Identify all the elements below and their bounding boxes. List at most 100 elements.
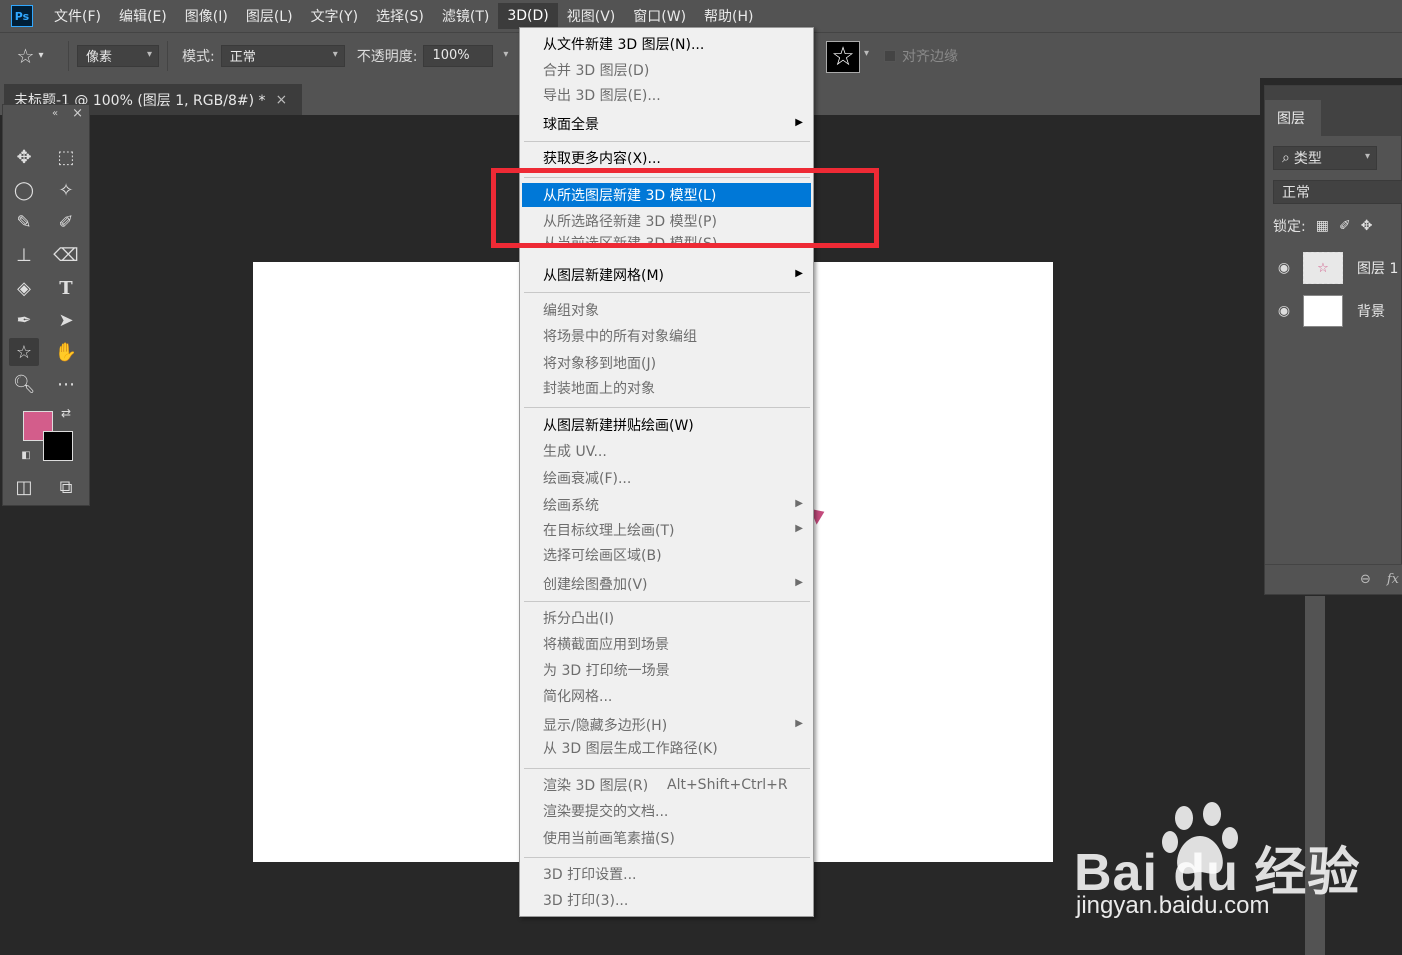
menu-item-sketch-with-current-brush[interactable]: 使用当前画笔素描(S) <box>522 826 811 850</box>
blend-mode-select[interactable]: 正常 ▾ <box>220 44 345 67</box>
menu-item-label: 为 3D 打印统一场景 <box>543 663 670 679</box>
menu-item-pack-objects-on-ground[interactable]: 封装地面上的对象 <box>522 376 811 400</box>
move-tool-icon[interactable]: ✥ <box>9 143 39 171</box>
hand-tool-icon[interactable]: ✋ <box>51 338 81 366</box>
menu-item-group-all-objects-in-scene[interactable]: 将场景中的所有对象编组 <box>522 324 811 348</box>
menu-item-get-more-content[interactable]: 获取更多内容(X)... <box>522 146 811 170</box>
menu-item-unify-scene-for-3d-printing[interactable]: 为 3D 打印统一场景 <box>522 658 811 682</box>
tool-mode-select[interactable]: 像素 ▾ <box>77 44 159 67</box>
menu-3d[interactable]: 3D(D) <box>498 3 558 29</box>
menu-item-show-hide-polygons[interactable]: 显示/隐藏多边形(H) ▶ <box>522 713 811 737</box>
menu-item-merge-3d-layers[interactable]: 合并 3D 图层(D) <box>522 58 811 82</box>
menu-item-label: 简化网格... <box>543 689 613 705</box>
tool-preset-picker[interactable]: ☆ ▾ <box>0 44 60 68</box>
menu-item-new-tiled-painting-from-layer[interactable]: 从图层新建拼贴绘画(W) <box>522 413 811 437</box>
layer-blend-mode-select[interactable]: 正常 <box>1273 180 1402 204</box>
menu-item-label: 创建绘图叠加(V) <box>543 577 648 593</box>
type-tool-icon[interactable]: T <box>51 274 81 302</box>
menu-item-paint-on-target-texture[interactable]: 在目标纹理上绘画(T) ▶ <box>522 518 811 542</box>
menu-item-render-document-to-file[interactable]: 渲染要提交的文档... <box>522 799 811 823</box>
menu-item-paint-falloff[interactable]: 绘画衰减(F)... <box>522 466 811 490</box>
layer-row[interactable]: ◉ 背景 <box>1265 290 1402 332</box>
submenu-arrow-icon: ▶ <box>795 718 803 729</box>
menu-item-3d-print-settings[interactable]: 3D 打印设置... <box>522 862 811 886</box>
menu-type[interactable]: 文字(Y) <box>302 3 367 29</box>
menu-item-new-mesh-from-layer[interactable]: 从图层新建网格(M) ▶ <box>522 263 811 287</box>
link-layers-icon[interactable]: ⊖ <box>1360 572 1371 587</box>
layer-name: 背景 <box>1357 304 1385 320</box>
menu-item-split-extrusion[interactable]: 拆分凸出(I) <box>522 606 811 630</box>
menu-item-new-3d-layer-from-file[interactable]: 从文件新建 3D 图层(N)... <box>522 32 811 56</box>
zoom-tool-icon[interactable]: 🔍︎ <box>9 370 39 398</box>
stamp-tool-icon[interactable]: ⊥ <box>9 241 39 269</box>
opacity-input[interactable]: 100% ▾ <box>423 44 508 67</box>
menu-item-group-objects[interactable]: 编组对象 <box>522 298 811 322</box>
layer-row[interactable]: ◉ ☆ 图层 1 <box>1265 247 1402 289</box>
layers-panel-footer: ⊖ fx <box>1265 564 1402 594</box>
lock-position-icon[interactable]: ✥ <box>1361 218 1373 234</box>
menu-item-generate-uvs[interactable]: 生成 UV... <box>522 439 811 463</box>
menu-item-move-object-to-ground[interactable]: 将对象移到地面(J) <box>522 351 811 375</box>
mode-label: 模式: <box>182 48 215 65</box>
quick-mask-icon[interactable]: ◫ <box>9 473 39 501</box>
default-colors-icon[interactable]: ◧ <box>17 447 35 463</box>
path-selection-tool-icon[interactable]: ➤ <box>51 306 81 334</box>
menu-item-render-3d-layer[interactable]: 渲染 3D 图层(R) Alt+Shift+Ctrl+R <box>522 773 811 797</box>
fx-icon[interactable]: fx <box>1387 572 1399 587</box>
align-edges-checkbox[interactable] <box>884 50 896 62</box>
custom-shape-tool-icon: ☆ <box>16 43 35 68</box>
menu-item-select-paintable-areas[interactable]: 选择可绘画区域(B) <box>522 543 811 567</box>
chevron-down-icon: ▾ <box>146 48 152 60</box>
more-tools-icon[interactable]: ⋯ <box>51 370 81 398</box>
menu-view[interactable]: 视图(V) <box>558 3 625 29</box>
menu-item-spherical-panorama[interactable]: 球面全景 ▶ <box>522 112 811 136</box>
menu-window[interactable]: 窗口(W) <box>624 3 695 29</box>
close-icon[interactable]: × <box>276 92 288 108</box>
menu-item-paint-system[interactable]: 绘画系统 ▶ <box>522 493 811 517</box>
menu-edit[interactable]: 编辑(E) <box>110 3 176 29</box>
blend-mode-value: 正常 <box>229 50 256 65</box>
menu-filter[interactable]: 滤镜(T) <box>433 3 498 29</box>
eyedropper-tool-icon[interactable]: ✎ <box>9 208 39 236</box>
menu-separator <box>524 141 810 142</box>
menu-item-label: 球面全景 <box>543 117 599 133</box>
menu-item-label: 获取更多内容(X)... <box>543 151 661 167</box>
marquee-tool-icon[interactable]: ⬚ <box>51 143 81 171</box>
menu-item-simplify-mesh[interactable]: 简化网格... <box>522 684 811 708</box>
menu-item-create-painting-overlay[interactable]: 创建绘图叠加(V) ▶ <box>522 572 811 596</box>
menu-item-make-work-path-from-3d-layer[interactable]: 从 3D 图层生成工作路径(K) <box>522 736 811 760</box>
close-icon[interactable]: × <box>72 106 83 121</box>
menu-image[interactable]: 图像(I) <box>176 3 237 29</box>
custom-shape-tool-icon[interactable]: ☆ <box>9 338 39 366</box>
layer-filter-select[interactable]: ⌕ 类型 ▾ <box>1273 146 1377 170</box>
pen-tool-icon[interactable]: ✒ <box>9 306 39 334</box>
collapse-icon[interactable]: « <box>52 108 58 119</box>
menu-file[interactable]: 文件(F) <box>45 3 110 29</box>
menu-item-label: 将场景中的所有对象编组 <box>543 329 697 345</box>
eye-icon[interactable]: ◉ <box>1265 303 1303 319</box>
tab-layers[interactable]: 图层 <box>1265 100 1321 136</box>
lasso-tool-icon[interactable]: ◯ <box>9 176 39 204</box>
eye-icon[interactable]: ◉ <box>1265 260 1303 276</box>
background-color-swatch[interactable] <box>43 431 73 461</box>
swap-colors-icon[interactable]: ⇄ <box>55 403 77 423</box>
watermark-url: jingyan.baidu.com <box>1076 892 1270 919</box>
paint-bucket-tool-icon[interactable]: ◈ <box>9 274 39 302</box>
menu-help[interactable]: 帮助(H) <box>695 3 762 29</box>
screen-mode-icon[interactable]: ⧉ <box>51 473 81 501</box>
chevron-down-icon[interactable]: ▾ <box>864 48 869 59</box>
lock-transparency-icon[interactable]: ▦ <box>1316 218 1329 234</box>
menu-item-apply-cross-section-to-scene[interactable]: 将横截面应用到场景 <box>522 632 811 656</box>
eraser-tool-icon[interactable]: ⌫ <box>51 241 81 269</box>
menu-select[interactable]: 选择(S) <box>367 3 433 29</box>
menu-layer[interactable]: 图层(L) <box>237 3 302 29</box>
magic-wand-tool-icon[interactable]: ✧ <box>51 176 81 204</box>
menu-item-label: 3D 打印(3)... <box>543 893 629 909</box>
lock-pixels-icon[interactable]: ✐ <box>1339 218 1351 234</box>
menu-item-export-3d-layer[interactable]: 导出 3D 图层(E)... <box>522 83 811 107</box>
shape-picker[interactable]: ☆ <box>826 41 860 73</box>
brush-tool-icon[interactable]: ✐ <box>51 208 81 236</box>
panel-tabs: 图层 <box>1265 100 1401 136</box>
menu-item-label: 绘画系统 <box>543 498 599 514</box>
menu-item-3d-print[interactable]: 3D 打印(3)... <box>522 888 811 912</box>
